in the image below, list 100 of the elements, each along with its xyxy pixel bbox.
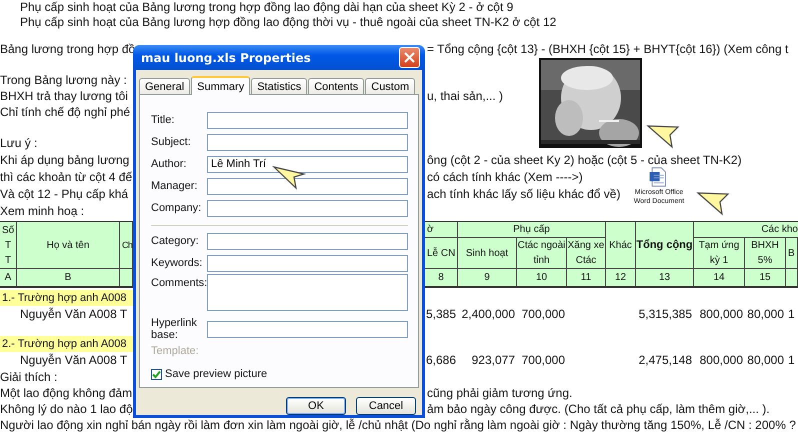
text-line: Chỉ tính chế độ nghỉ phé: [0, 104, 130, 120]
case-title: 2.- Trường hợp anh A008: [0, 336, 133, 352]
text-line: ảm bảo ngày công được. (Cho tất cả phụ cấp, làm thêm giờ,... ).: [427, 401, 770, 417]
table-cell: [120, 269, 133, 286]
text-line: BHXH trả thay lương tôi: [0, 88, 129, 104]
text-line: Không lý do nào 1 lao độ: [0, 401, 133, 417]
input-field[interactable]: [207, 178, 408, 194]
input-field[interactable]: [207, 134, 408, 150]
text-line: Và cột 12 - Phụ cấp khá: [0, 186, 130, 203]
checkbox-label[interactable]: Save preview picture: [165, 368, 268, 380]
text-line: u, thai sản,... ): [427, 88, 504, 104]
column-index: 9: [458, 269, 517, 286]
table-cell-text: 1: [787, 306, 796, 323]
pointer-icon: [696, 190, 730, 216]
field-label: Title:: [151, 114, 176, 126]
window-title: mau luong.xls Properties: [141, 50, 311, 64]
column-index: 14: [694, 269, 745, 286]
close-button[interactable]: [399, 47, 420, 68]
field-label: Category:: [151, 235, 200, 247]
table-cell-text: 1: [787, 352, 796, 369]
field-label: Hyperlink base:: [151, 317, 198, 341]
text-line: = Tổng cộng {cột 13} - (BHXH {cột 15} + BHYT{cột 16}) (Xem công t: [427, 41, 788, 57]
table-cell-text: 5,385: [425, 306, 457, 323]
text-line: ông (cột 2 - của sheet Ky 2) hoặc (cột 5 - của sheet TN-K2): [427, 152, 742, 169]
field-label: Author:: [151, 158, 188, 170]
table-cell-text: 700,000: [520, 306, 566, 323]
field-label: Comments:: [151, 277, 207, 289]
dialog-button[interactable]: OK: [286, 397, 346, 415]
table-cell-text: 5,315,385: [638, 306, 693, 323]
table-header: Số T T: [0, 222, 17, 269]
text-line: thì các khoản từ cột 4 đế: [0, 169, 133, 186]
close-icon: [404, 52, 415, 63]
field-label: Manager:: [151, 180, 198, 192]
field-label: Template:: [151, 345, 200, 357]
checkbox[interactable]: [151, 368, 162, 380]
table-header: Tạm ứng kỳ 1: [694, 238, 745, 269]
field-label: Subject:: [151, 136, 192, 148]
dialog-button[interactable]: Cancel: [356, 397, 416, 415]
table-header: B: [786, 238, 798, 269]
column-index: 10: [517, 269, 567, 286]
tab[interactable]: Summary: [191, 76, 250, 95]
text-line: Giải thích :: [0, 369, 58, 385]
column-index: 12: [606, 269, 636, 286]
column-index: A: [0, 269, 17, 286]
table-header: Họ và tên: [17, 222, 120, 269]
tab[interactable]: Contents: [308, 78, 364, 94]
pointer-icon: [272, 164, 306, 190]
table-cell-text: 80,000: [746, 306, 785, 323]
text-line: Khi áp dụng bảng lương: [0, 152, 130, 169]
table-cell-text: 800,000: [698, 306, 744, 323]
text-line: có cách tính khác (Xem ---->): [427, 169, 583, 186]
input-field[interactable]: [207, 112, 408, 128]
input-field[interactable]: [207, 254, 408, 272]
text-line: cũng phải giảm tương ứng.: [427, 385, 572, 401]
tab[interactable]: General: [139, 78, 190, 94]
table-header: Xăng xe Ctác: [567, 238, 606, 269]
table-cell-text: 2,400,000: [460, 306, 516, 323]
column-index: 11: [567, 269, 606, 286]
text-line: Phụ cấp sinh hoạt của Bảng lương hợp đồng lao động thời vụ - thuê ngoài của sheet TN-K2 ở cột 12: [19, 15, 556, 30]
table-cell-text: 2,475,148: [638, 352, 693, 369]
input-field[interactable]: [207, 274, 408, 311]
column-index: 15: [745, 269, 786, 286]
tab[interactable]: Statistics: [251, 78, 308, 94]
input-field[interactable]: [207, 200, 408, 216]
table-header: BHXH 5%: [745, 238, 786, 269]
field-label: Keywords:: [151, 257, 204, 269]
column-index: 8: [425, 269, 458, 286]
table-header: Phụ cấp: [458, 222, 606, 238]
table-cell-text: Nguyễn Văn A008 T: [19, 306, 128, 323]
column-index: B: [17, 269, 120, 286]
input-field[interactable]: Lê Minh Trí: [207, 156, 408, 172]
table-header: Khác: [606, 222, 636, 269]
table-cell-text: Nguyễn Văn A008 T: [19, 352, 128, 369]
table-header: Các kho: [694, 222, 798, 238]
table-header: ờ: [425, 222, 458, 238]
document-icon[interactable]: [648, 167, 668, 187]
text-line: Phụ cấp sinh hoạt của Bảng lương trong hợp đồng lao động dài hạn của sheet Kỳ 2 - ở cột 9: [19, 0, 514, 15]
text-line: Xem minh hoạ :: [0, 203, 84, 220]
text-line: Lưu ý :: [0, 135, 38, 152]
table-cell-text: 800,000: [698, 352, 744, 369]
table-header: Sinh hoạt: [458, 238, 517, 269]
column-index: 13: [636, 269, 694, 286]
tab[interactable]: Custom: [365, 78, 416, 94]
pointer-icon: [646, 123, 680, 149]
text-line: Một lao động không đảm: [0, 385, 133, 401]
table-cell: [786, 269, 798, 286]
table-header: Ctác ngoài tỉnh: [517, 238, 567, 269]
text-line: ach tính khác lấy số liệu khác đổ về): [427, 186, 620, 203]
text-line: Trong Bảng lương này :: [0, 72, 127, 88]
field-label: Company:: [151, 202, 202, 214]
table-header: Lễ CN: [425, 238, 458, 269]
table-cell-text: 923,077: [470, 352, 516, 369]
table-header: Tổng cộng: [636, 222, 694, 269]
input-field[interactable]: [207, 232, 408, 250]
input-field[interactable]: [207, 320, 408, 338]
text-line: Người lao động xin nghỉ bán ngày rồi làm đơn xin làm ngoài giờ, lễ /chủ nhật (Do nghỉ rằng làm ngoài giờ : Ngày thường tăng 150%, Lễ /CN : 200% ?: [0, 417, 796, 433]
case-title: 1.- Trường hợp anh A008: [0, 290, 133, 306]
table-cell-text: 80,000: [746, 352, 785, 369]
table-cell-text: 6,686: [425, 352, 457, 369]
table-cell-text: 700,000: [520, 352, 566, 369]
